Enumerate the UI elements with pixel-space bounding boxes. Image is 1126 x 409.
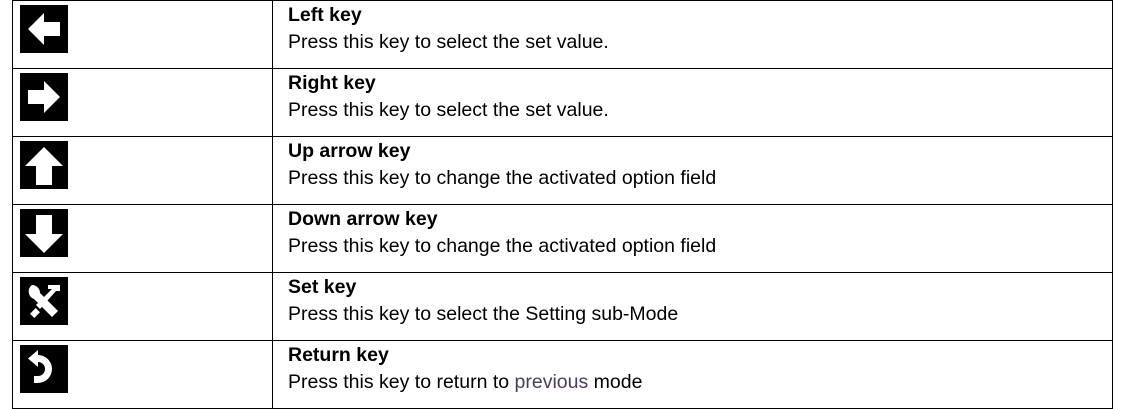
table-row: Set key Press this key to select the Set… — [12, 272, 1113, 341]
table-row: Up arrow key Press this key to change th… — [12, 136, 1113, 205]
return-icon — [20, 345, 68, 393]
key-description: Press this key to return to previous mod… — [288, 367, 1112, 397]
key-description: Press this key to select the set value. — [288, 99, 609, 121]
description-text-start: Press this key to return to — [288, 371, 515, 393]
icon-cell — [12, 68, 273, 137]
description-cell: Return key Press this key to return to p… — [272, 340, 1113, 409]
description-cell: Up arrow key Press this key to change th… — [272, 136, 1113, 205]
description-cell: Set key Press this key to select the Set… — [272, 272, 1113, 341]
icon-cell — [12, 272, 273, 341]
description-highlight-word: previous — [514, 371, 589, 393]
description-cell: Left key Press this key to select the se… — [272, 0, 1113, 69]
key-description: Press this key to change the activated o… — [288, 235, 717, 257]
description-cell: Right key Press this key to select the s… — [272, 68, 1113, 137]
key-title: Right key — [288, 72, 376, 94]
key-reference-table: Left key Press this key to select the se… — [12, 0, 1113, 409]
table-row: Left key Press this key to select the se… — [12, 0, 1113, 69]
key-title: Set key — [288, 276, 357, 298]
up-arrow-icon — [20, 141, 68, 189]
down-arrow-icon — [20, 209, 68, 257]
left-arrow-icon — [20, 5, 68, 53]
icon-cell — [12, 0, 273, 69]
table-row: Right key Press this key to select the s… — [12, 68, 1113, 137]
key-description: Press this key to select the Setting sub… — [288, 303, 679, 325]
key-title: Return key — [288, 344, 389, 366]
table-row: Return key Press this key to return to p… — [12, 340, 1113, 409]
description-text-end: mode — [588, 371, 643, 393]
icon-cell — [12, 204, 273, 273]
icon-cell — [12, 340, 273, 409]
tools-icon — [20, 277, 68, 325]
key-title: Up arrow key — [288, 140, 411, 162]
table-row: Down arrow key Press this key to change … — [12, 204, 1113, 273]
right-arrow-icon — [20, 73, 68, 121]
key-title: Left key — [288, 4, 362, 26]
description-cell: Down arrow key Press this key to change … — [272, 204, 1113, 273]
icon-cell — [12, 136, 273, 205]
key-description: Press this key to change the activated o… — [288, 167, 717, 189]
key-description: Press this key to select the set value. — [288, 31, 609, 53]
key-title: Down arrow key — [288, 208, 438, 230]
